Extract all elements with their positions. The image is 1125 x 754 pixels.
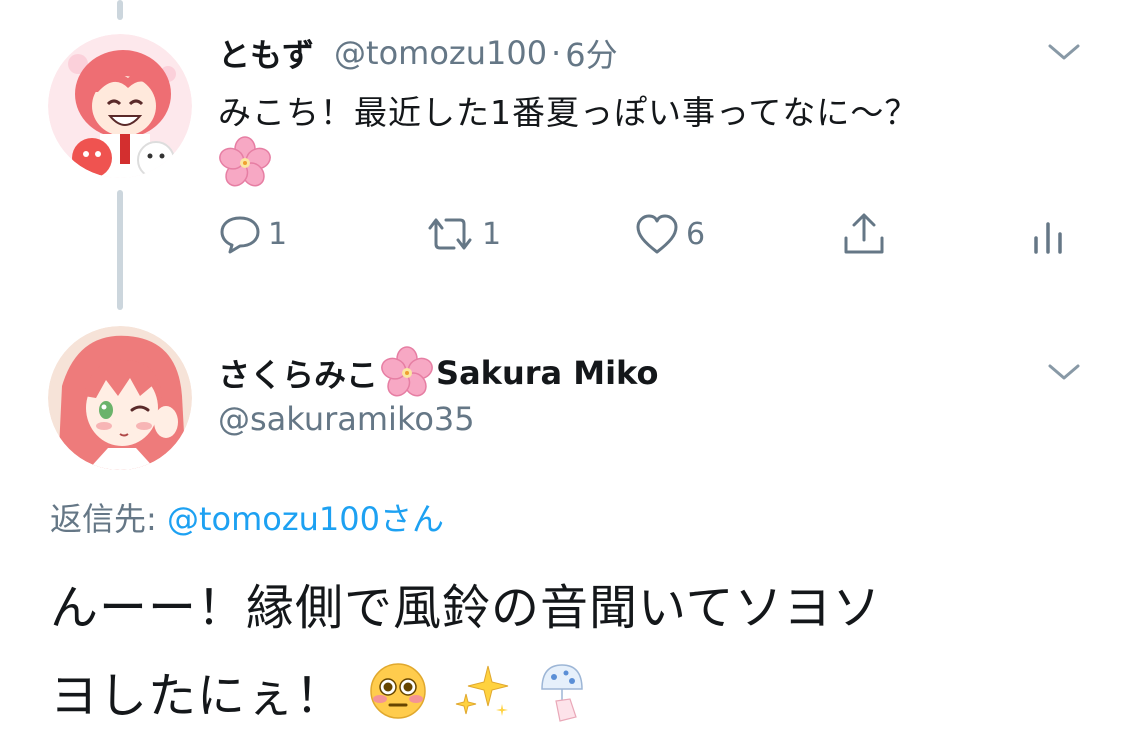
- thread-line-middle: [117, 190, 123, 310]
- parent-chevron-down-icon[interactable]: [1046, 40, 1082, 64]
- analytics-icon: [1034, 222, 1062, 254]
- heart-icon: [636, 214, 678, 254]
- reply-tweet-text-line1: んーー！縁側で風鈴の音聞いてソヨソ: [50, 580, 882, 636]
- parent-avatar[interactable]: [48, 34, 192, 178]
- reply-tweet-text-line2-row: ヨしたにぇ！: [50, 656, 594, 726]
- replying-to: 返信先: @tomozu100さん: [50, 494, 444, 540]
- reply-display-name-en[interactable]: Sakura Miko: [436, 354, 658, 392]
- reply-avatar[interactable]: [48, 326, 192, 470]
- parent-handle[interactable]: @tomozu100: [334, 34, 547, 72]
- replying-to-label: 返信先:: [50, 500, 157, 538]
- reply-tweet-text-line2: ヨしたにぇ！: [50, 668, 345, 724]
- retweet-button[interactable]: 1: [424, 212, 501, 256]
- reply-button[interactable]: 1: [218, 212, 287, 256]
- reply-header: さくらみこ Sakura Miko: [218, 346, 658, 400]
- parent-header: ともず @tomozu100 · 6分: [218, 30, 618, 76]
- parent-timestamp[interactable]: 6分: [565, 30, 617, 76]
- parent-tweet-text: みこち！最近した1番夏っぽい事ってなに〜？: [218, 93, 919, 132]
- cherry-blossom-icon: [218, 136, 272, 190]
- analytics-button[interactable]: [1030, 212, 1070, 256]
- reply-count: 1: [268, 216, 288, 252]
- retweet-icon: [428, 218, 472, 250]
- share-button[interactable]: [840, 210, 888, 258]
- parent-separator: ·: [551, 34, 562, 72]
- sparkles-icon: [452, 660, 514, 722]
- parent-display-name[interactable]: ともず: [218, 30, 314, 76]
- wind-chime-icon: [530, 659, 594, 723]
- reply-icon: [220, 216, 260, 254]
- like-button[interactable]: 6: [634, 212, 705, 256]
- share-icon: [844, 213, 884, 254]
- reply-chevron-down-icon[interactable]: [1046, 360, 1082, 384]
- reply-display-name-jp[interactable]: さくらみこ: [218, 350, 378, 396]
- like-count: 6: [686, 216, 706, 252]
- thread-line-top: [117, 0, 123, 20]
- reply-handle[interactable]: @sakuramiko35: [218, 400, 475, 438]
- flushed-face-icon: [368, 661, 428, 721]
- retweet-count: 1: [482, 216, 502, 252]
- replying-to-mention[interactable]: @tomozu100さん: [167, 500, 444, 538]
- cherry-blossom-icon: [380, 346, 434, 400]
